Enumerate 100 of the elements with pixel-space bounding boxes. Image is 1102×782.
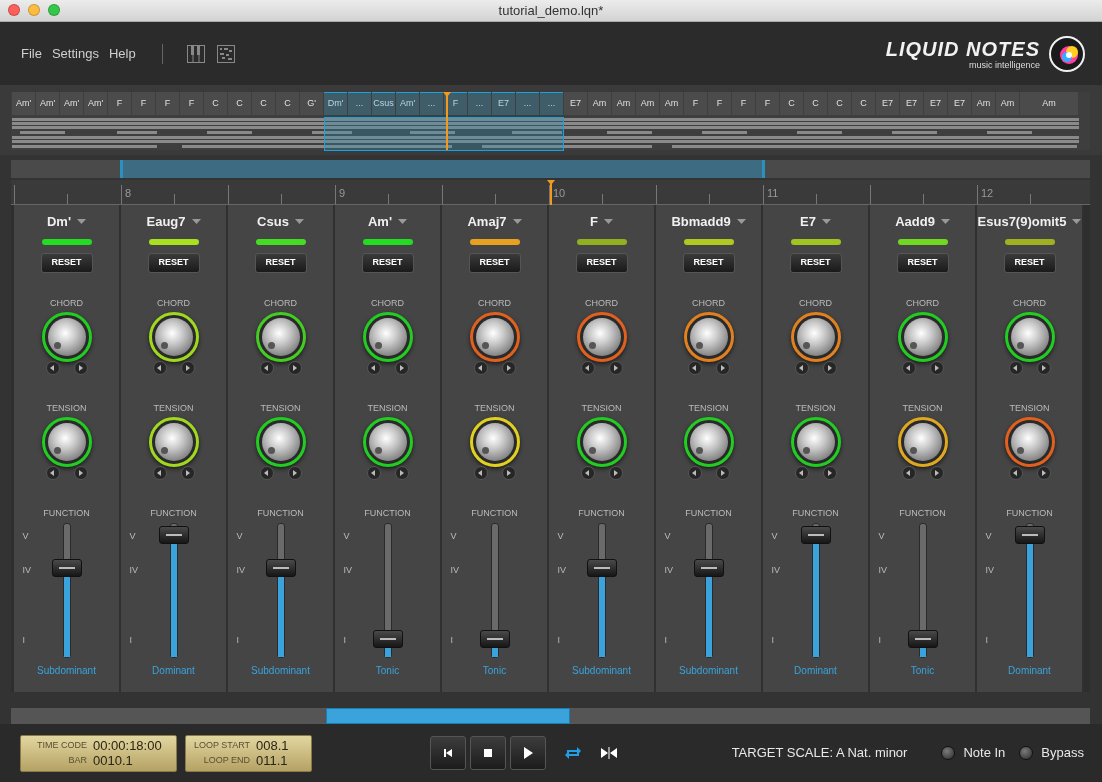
function-slider[interactable] — [585, 523, 618, 658]
chord-cell[interactable]: Am' — [396, 92, 419, 115]
chord-knob[interactable] — [576, 312, 627, 362]
previous-button[interactable] — [580, 466, 595, 480]
chord-knob[interactable] — [41, 312, 92, 362]
chord-cell[interactable]: Am' — [12, 92, 35, 115]
chord-cell[interactable]: C — [852, 92, 875, 115]
reset-button[interactable]: RESET — [468, 253, 521, 273]
slider-thumb[interactable] — [51, 559, 82, 578]
chord-cell[interactable]: F — [132, 92, 155, 115]
function-slider[interactable] — [1013, 523, 1046, 658]
previous-button[interactable] — [794, 361, 809, 375]
chord-cell[interactable]: Csus — [372, 92, 395, 115]
reset-button[interactable]: RESET — [575, 253, 628, 273]
next-button[interactable] — [929, 361, 944, 375]
chord-knob[interactable] — [1004, 312, 1055, 362]
chord-cell[interactable]: F — [180, 92, 203, 115]
chord-knob[interactable] — [790, 312, 841, 362]
zoom-button[interactable] — [48, 4, 60, 16]
next-button[interactable] — [73, 361, 88, 375]
chord-knob[interactable] — [897, 312, 948, 362]
previous-button[interactable] — [580, 361, 595, 375]
chord-dropdown[interactable]: Amaj7 — [467, 213, 522, 231]
chord-cell[interactable]: Am — [996, 92, 1019, 115]
chord-cell[interactable]: G' — [300, 92, 323, 115]
chord-cell[interactable]: E7 — [492, 92, 515, 115]
chord-dropdown[interactable]: Dm' — [46, 213, 86, 231]
toggle-button[interactable]: Bypass — [1019, 743, 1084, 763]
chord-cell[interactable]: Am' — [60, 92, 83, 115]
tension-knob[interactable] — [362, 417, 413, 467]
previous-button[interactable] — [152, 466, 167, 480]
slider-thumb[interactable] — [586, 559, 617, 578]
next-button[interactable] — [394, 361, 409, 375]
loop-icon[interactable] — [564, 746, 582, 760]
tension-knob[interactable] — [469, 417, 520, 467]
scrollbar-handle[interactable] — [120, 160, 765, 178]
chord-dropdown[interactable]: Aadd9 — [895, 213, 950, 231]
next-button[interactable] — [287, 361, 302, 375]
chord-cell[interactable]: C — [276, 92, 299, 115]
next-button[interactable] — [715, 361, 730, 375]
chord-cell[interactable]: ... — [468, 92, 491, 115]
function-slider[interactable] — [692, 523, 725, 658]
chord-cell[interactable]: F — [708, 92, 731, 115]
tension-knob[interactable] — [576, 417, 627, 467]
slider-thumb[interactable] — [265, 559, 296, 578]
function-slider[interactable] — [264, 523, 297, 658]
playhead[interactable] — [443, 92, 451, 150]
next-button[interactable] — [180, 361, 195, 375]
chord-cell[interactable]: Am — [660, 92, 683, 115]
scrollbar-handle[interactable] — [326, 708, 570, 724]
chord-cell[interactable]: Am — [636, 92, 659, 115]
function-slider[interactable] — [906, 523, 939, 658]
chord-cell[interactable]: E7 — [564, 92, 587, 115]
previous-button[interactable] — [473, 466, 488, 480]
chord-dropdown[interactable]: E7 — [800, 213, 831, 231]
chord-cell[interactable]: F — [732, 92, 755, 115]
next-button[interactable] — [929, 466, 944, 480]
reset-button[interactable]: RESET — [682, 253, 735, 273]
previous-button[interactable] — [366, 466, 381, 480]
slider-thumb[interactable] — [800, 525, 831, 544]
previous-button[interactable] — [152, 361, 167, 375]
tension-knob[interactable] — [683, 417, 734, 467]
previous-button[interactable] — [366, 361, 381, 375]
toggle-button[interactable]: Note In — [941, 743, 1006, 763]
chord-cell[interactable]: C — [252, 92, 275, 115]
chord-cell[interactable]: E7 — [876, 92, 899, 115]
chord-knob[interactable] — [362, 312, 413, 362]
reset-button[interactable]: RESET — [254, 253, 307, 273]
next-button[interactable] — [608, 466, 623, 480]
previous-button[interactable] — [901, 361, 916, 375]
chord-cell[interactable]: C — [828, 92, 851, 115]
chord-cell[interactable]: C — [204, 92, 227, 115]
ruler-playhead[interactable] — [547, 180, 555, 205]
slider-thumb[interactable] — [907, 629, 938, 648]
chord-knob[interactable] — [255, 312, 306, 362]
chord-dropdown[interactable]: Esus7(9)omit5 — [977, 213, 1082, 231]
slider-thumb[interactable] — [1014, 525, 1045, 544]
next-button[interactable] — [180, 466, 195, 480]
next-button[interactable] — [822, 361, 837, 375]
chord-cell[interactable]: ... — [540, 92, 563, 115]
chord-dropdown[interactable]: F — [590, 213, 613, 231]
menu-item[interactable]: Settings — [51, 43, 99, 64]
tension-knob[interactable] — [897, 417, 948, 467]
previous-button[interactable] — [1008, 466, 1023, 480]
slider-thumb[interactable] — [372, 629, 403, 648]
chord-cell[interactable]: E7 — [948, 92, 971, 115]
next-button[interactable] — [394, 466, 409, 480]
chord-cell[interactable]: Dm' — [324, 92, 347, 115]
next-button[interactable] — [1036, 361, 1051, 375]
slider-thumb[interactable] — [479, 629, 510, 648]
chord-cell[interactable]: F — [756, 92, 779, 115]
chord-dropdown[interactable]: Bbmadd9 — [671, 213, 746, 231]
reset-button[interactable]: RESET — [896, 253, 949, 273]
function-slider[interactable] — [157, 523, 190, 658]
play-button[interactable] — [510, 736, 546, 770]
stop-button[interactable] — [470, 736, 506, 770]
tension-knob[interactable] — [1004, 417, 1055, 467]
chord-cell[interactable]: Am — [1020, 92, 1078, 115]
chord-cell[interactable]: E7 — [924, 92, 947, 115]
channel-scrollbar[interactable] — [11, 708, 1090, 724]
